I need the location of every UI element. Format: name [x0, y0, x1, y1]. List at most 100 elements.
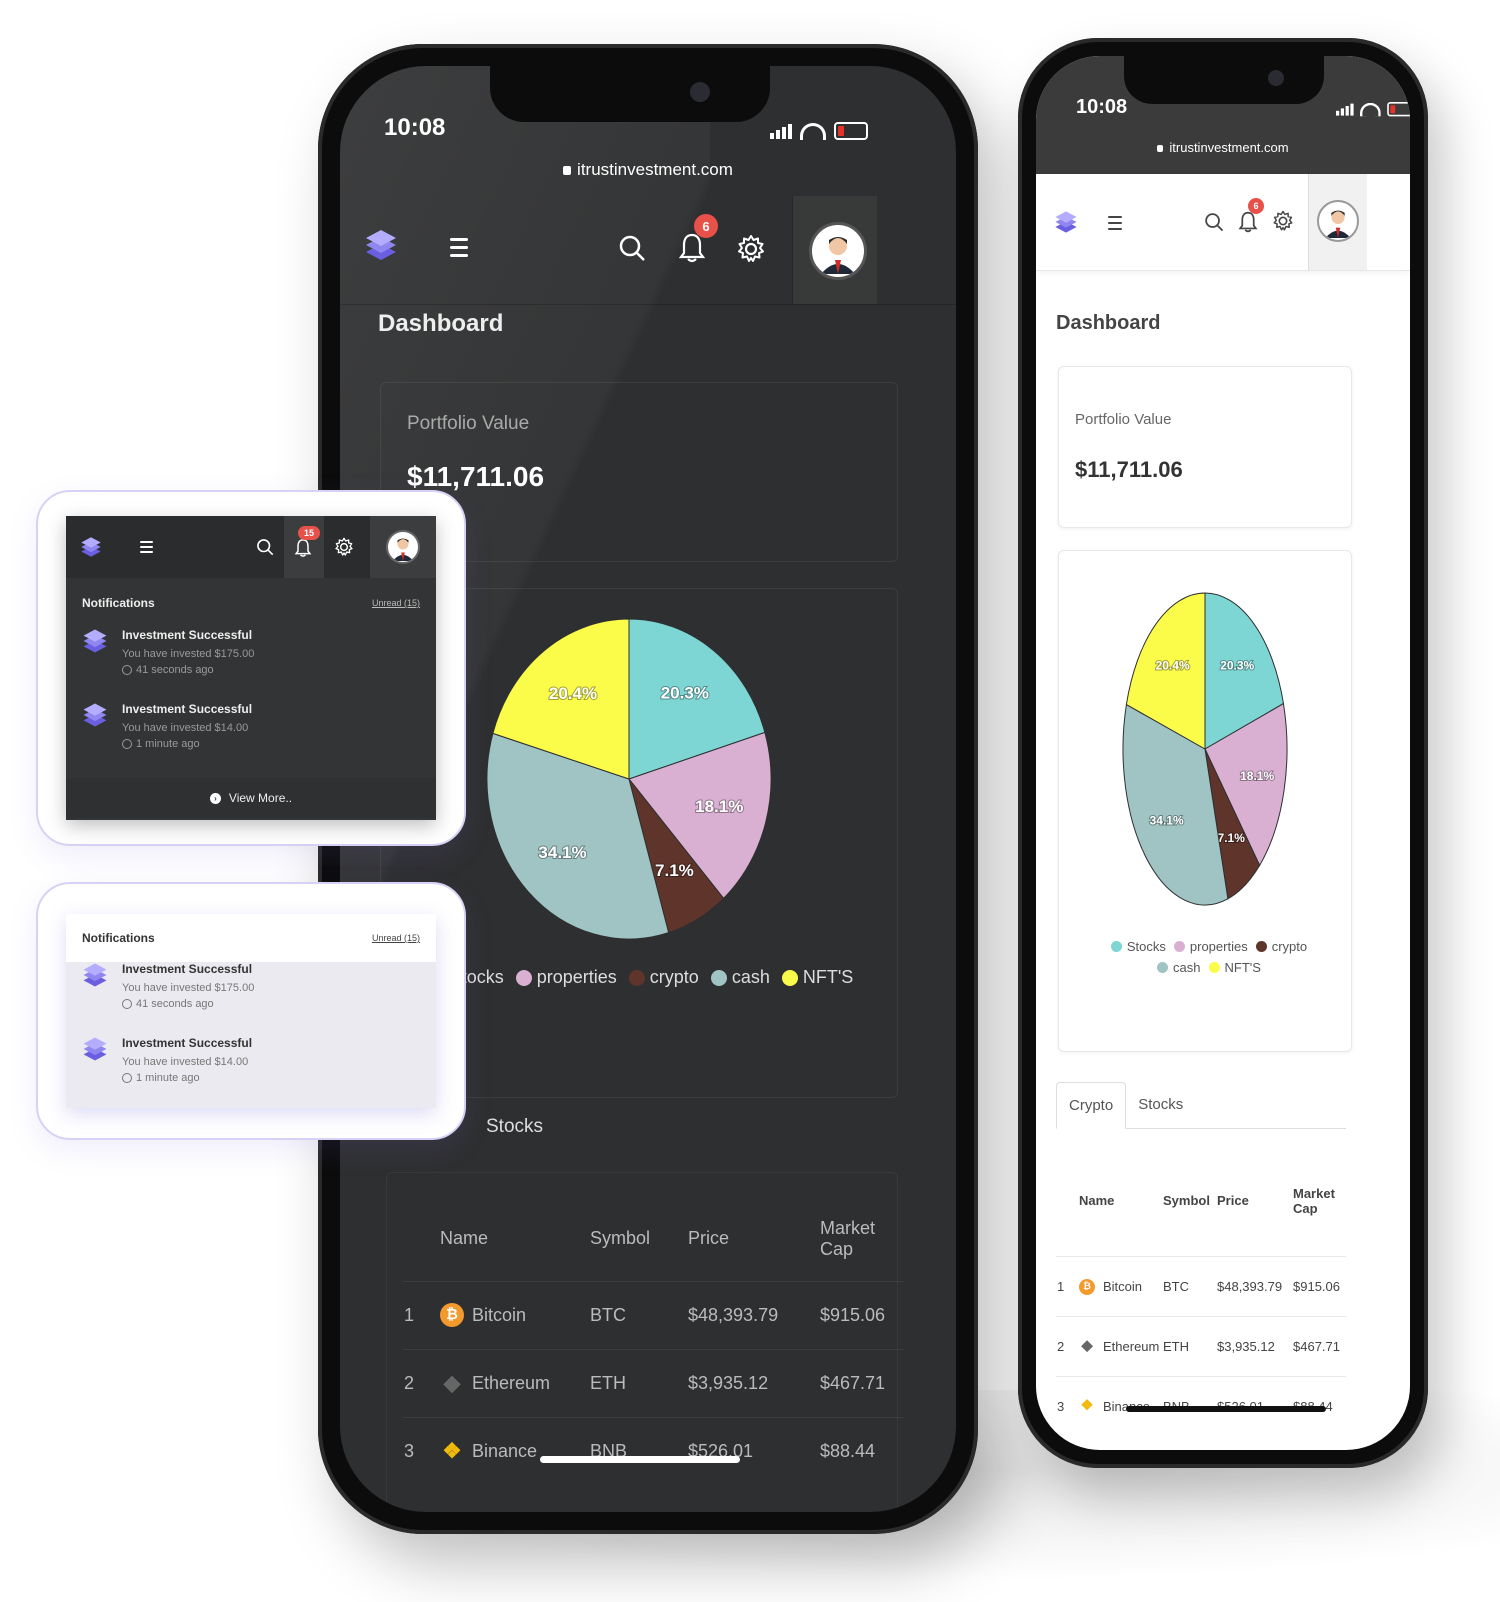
ethereum-icon: ◆	[443, 1370, 461, 1395]
unread-link[interactable]: Unread (15)	[372, 598, 420, 608]
clock-icon	[122, 665, 132, 675]
logo-icon[interactable]	[1054, 210, 1078, 239]
search-icon[interactable]	[256, 538, 274, 556]
phone-light-mockup: 10:08 itrustinvestment.com 6 Dashboard P…	[1018, 38, 1428, 1468]
slice-label: 20.4%	[549, 684, 597, 703]
legend-dot	[628, 969, 645, 986]
unread-link[interactable]: Unread (15)	[372, 933, 420, 943]
table-row[interactable]: 1 ₿ Bitcoin BTC $48,393.79 $915.06	[1056, 1256, 1346, 1316]
slice-label: 7.1%	[1218, 831, 1246, 845]
symbol-cell: BNB	[590, 1440, 628, 1461]
light-screen: 10:08 itrustinvestment.com 6 Dashboard P…	[1036, 56, 1410, 1450]
search-icon[interactable]	[1204, 212, 1224, 237]
legend-dot	[515, 969, 532, 986]
portfolio-card-light: Portfolio Value $11,711.06	[1058, 366, 1352, 528]
avatar[interactable]	[809, 222, 867, 280]
battery-icon	[834, 122, 868, 140]
page-title-light: Dashboard	[1056, 312, 1161, 334]
notification-time: 41 seconds ago	[122, 664, 254, 676]
bell-icon[interactable]: 6	[1238, 198, 1264, 239]
app-header: 6	[340, 196, 956, 305]
lock-icon	[563, 166, 572, 175]
notifications-list: Investment Successful You have invested $…	[66, 962, 436, 1108]
notification-message: You have invested $175.00	[122, 982, 255, 994]
header-market-cap[interactable]: Market Cap	[1292, 1146, 1346, 1256]
gear-icon[interactable]	[736, 234, 766, 264]
home-indicator	[540, 1456, 740, 1463]
rank-cell: 2	[1057, 1338, 1065, 1354]
clock-icon	[122, 739, 132, 749]
table-row[interactable]: 2 ◆ Ethereum ETH $3,935.12 $467.71	[1056, 1316, 1346, 1376]
header-market-cap[interactable]: Market Cap	[819, 1197, 903, 1281]
legend-item[interactable]: properties	[515, 967, 617, 988]
notification-item[interactable]: Investment Successful You have invested $…	[66, 1036, 436, 1108]
header-symbol[interactable]: Symbol	[1162, 1146, 1216, 1256]
notification-title: Investment Successful	[122, 628, 253, 642]
bell-icon[interactable]	[294, 538, 312, 558]
avatar-container[interactable]	[792, 196, 877, 304]
wifi-icon	[1360, 102, 1381, 116]
table-header-row: Name Symbol Price Market Cap	[1056, 1146, 1346, 1256]
wifi-icon	[800, 122, 826, 140]
header-price[interactable]: Price	[1216, 1146, 1292, 1256]
header-name[interactable]: Name	[1078, 1146, 1162, 1256]
legend-item[interactable]: NFT'S	[1208, 960, 1261, 975]
tab-stocks[interactable]: Stocks	[480, 1106, 549, 1148]
logo-icon[interactable]	[364, 228, 398, 262]
price-cell: $3,935.12	[1217, 1338, 1275, 1354]
table-row[interactable]: 1 ₿ Bitcoin BTC $48,393.79 $915.06	[403, 1281, 903, 1349]
name-cell: ◆ Ethereum	[1078, 1316, 1162, 1376]
avatar[interactable]	[1317, 200, 1359, 242]
avatar[interactable]	[386, 530, 420, 564]
bell-icon[interactable]: 6	[678, 214, 718, 264]
gear-icon[interactable]	[1272, 210, 1294, 237]
name-cell: ₿ Bitcoin	[1078, 1256, 1162, 1316]
search-icon[interactable]	[618, 234, 646, 262]
legend-item[interactable]: cash	[1157, 960, 1201, 975]
table-row[interactable]: 3 ❖ Binance BNB $526.01 $88.44	[403, 1417, 903, 1485]
menu-icon[interactable]	[1108, 216, 1122, 230]
legend-item[interactable]: Stocks	[1110, 939, 1166, 954]
notification-message: You have invested $175.00	[122, 648, 255, 660]
notch	[490, 66, 770, 122]
logo-icon[interactable]	[80, 536, 102, 558]
avatar-container[interactable]	[1308, 174, 1367, 270]
legend-item[interactable]: properties	[1173, 939, 1248, 954]
tab-stocks[interactable]: Stocks	[1126, 1082, 1195, 1128]
header-name[interactable]: Name	[439, 1197, 589, 1281]
symbol-cell: BTC	[1163, 1278, 1189, 1294]
slice-label: 18.1%	[695, 797, 743, 816]
notification-item[interactable]: Investment Successful You have invested $…	[66, 702, 436, 776]
notification-item[interactable]: Investment Successful You have invested $…	[66, 962, 436, 1036]
legend-item[interactable]: cash	[710, 967, 770, 988]
notification-badge: 6	[694, 214, 718, 238]
slice-label: 20.4%	[1156, 659, 1190, 673]
bell-button-active[interactable]: 15	[284, 516, 324, 578]
legend-item[interactable]: crypto	[1255, 939, 1308, 954]
legend-item[interactable]: crypto	[628, 967, 699, 988]
url-bar[interactable]: itrustinvestment.com	[340, 160, 956, 180]
legend-item[interactable]: NFT'S	[781, 967, 853, 988]
status-time: 10:08	[384, 114, 446, 141]
avatar-container[interactable]	[370, 516, 436, 578]
notification-panel-light-card: Notifications Unread (15) Investment Suc…	[36, 882, 466, 1140]
header-symbol[interactable]: Symbol	[589, 1197, 687, 1281]
gear-icon[interactable]	[334, 537, 354, 557]
home-indicator	[1126, 1406, 1326, 1412]
legend-label: cash	[731, 967, 770, 987]
notifications-title: Notifications	[82, 596, 155, 610]
app-header-light: 6	[1036, 174, 1410, 271]
slice-label: 20.3%	[1220, 658, 1254, 672]
portfolio-label: Portfolio Value	[407, 413, 530, 434]
header-price[interactable]: Price	[687, 1197, 819, 1281]
menu-icon[interactable]	[450, 238, 468, 257]
menu-icon[interactable]	[140, 541, 153, 553]
table-row[interactable]: 2 ◆ Ethereum ETH $3,935.12 $467.71	[403, 1349, 903, 1417]
asset-tabs-light: Crypto Stocks	[1056, 1082, 1346, 1129]
notification-item[interactable]: Investment Successful You have invested $…	[66, 628, 436, 702]
tab-crypto[interactable]: Crypto	[1056, 1082, 1127, 1129]
signal-icon	[770, 123, 792, 139]
url-bar-light[interactable]: itrustinvestment.com	[1036, 140, 1410, 155]
view-more-button[interactable]: › View More..	[66, 778, 436, 818]
legend-label: crypto	[1271, 939, 1308, 954]
